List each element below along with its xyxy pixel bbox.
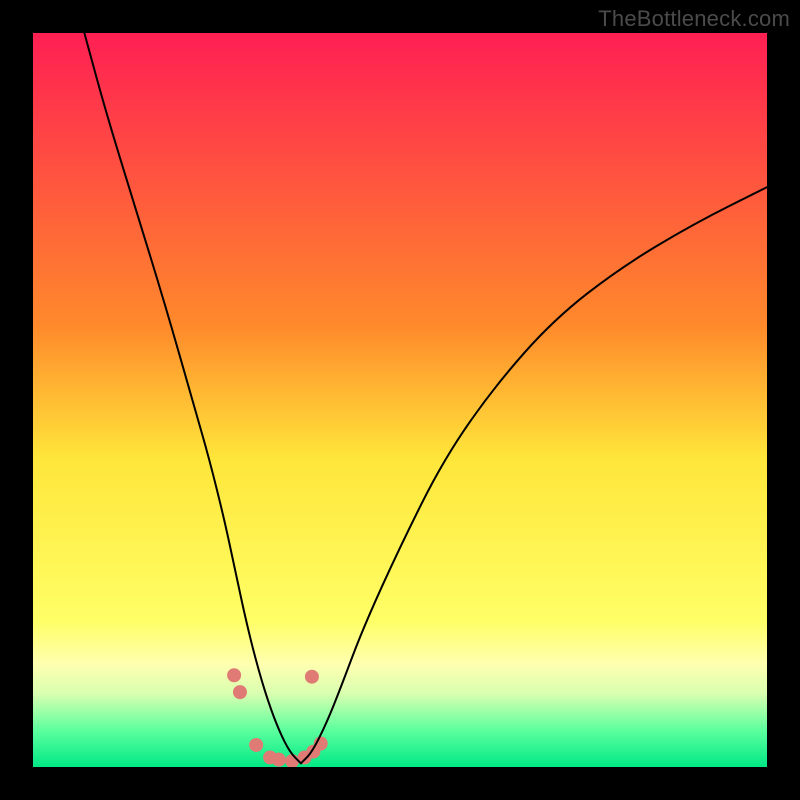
chart-svg — [33, 33, 767, 767]
gradient-background — [33, 33, 767, 767]
chart-frame: TheBottleneck.com — [0, 0, 800, 800]
plot-area — [33, 33, 767, 767]
watermark-text: TheBottleneck.com — [598, 6, 790, 32]
